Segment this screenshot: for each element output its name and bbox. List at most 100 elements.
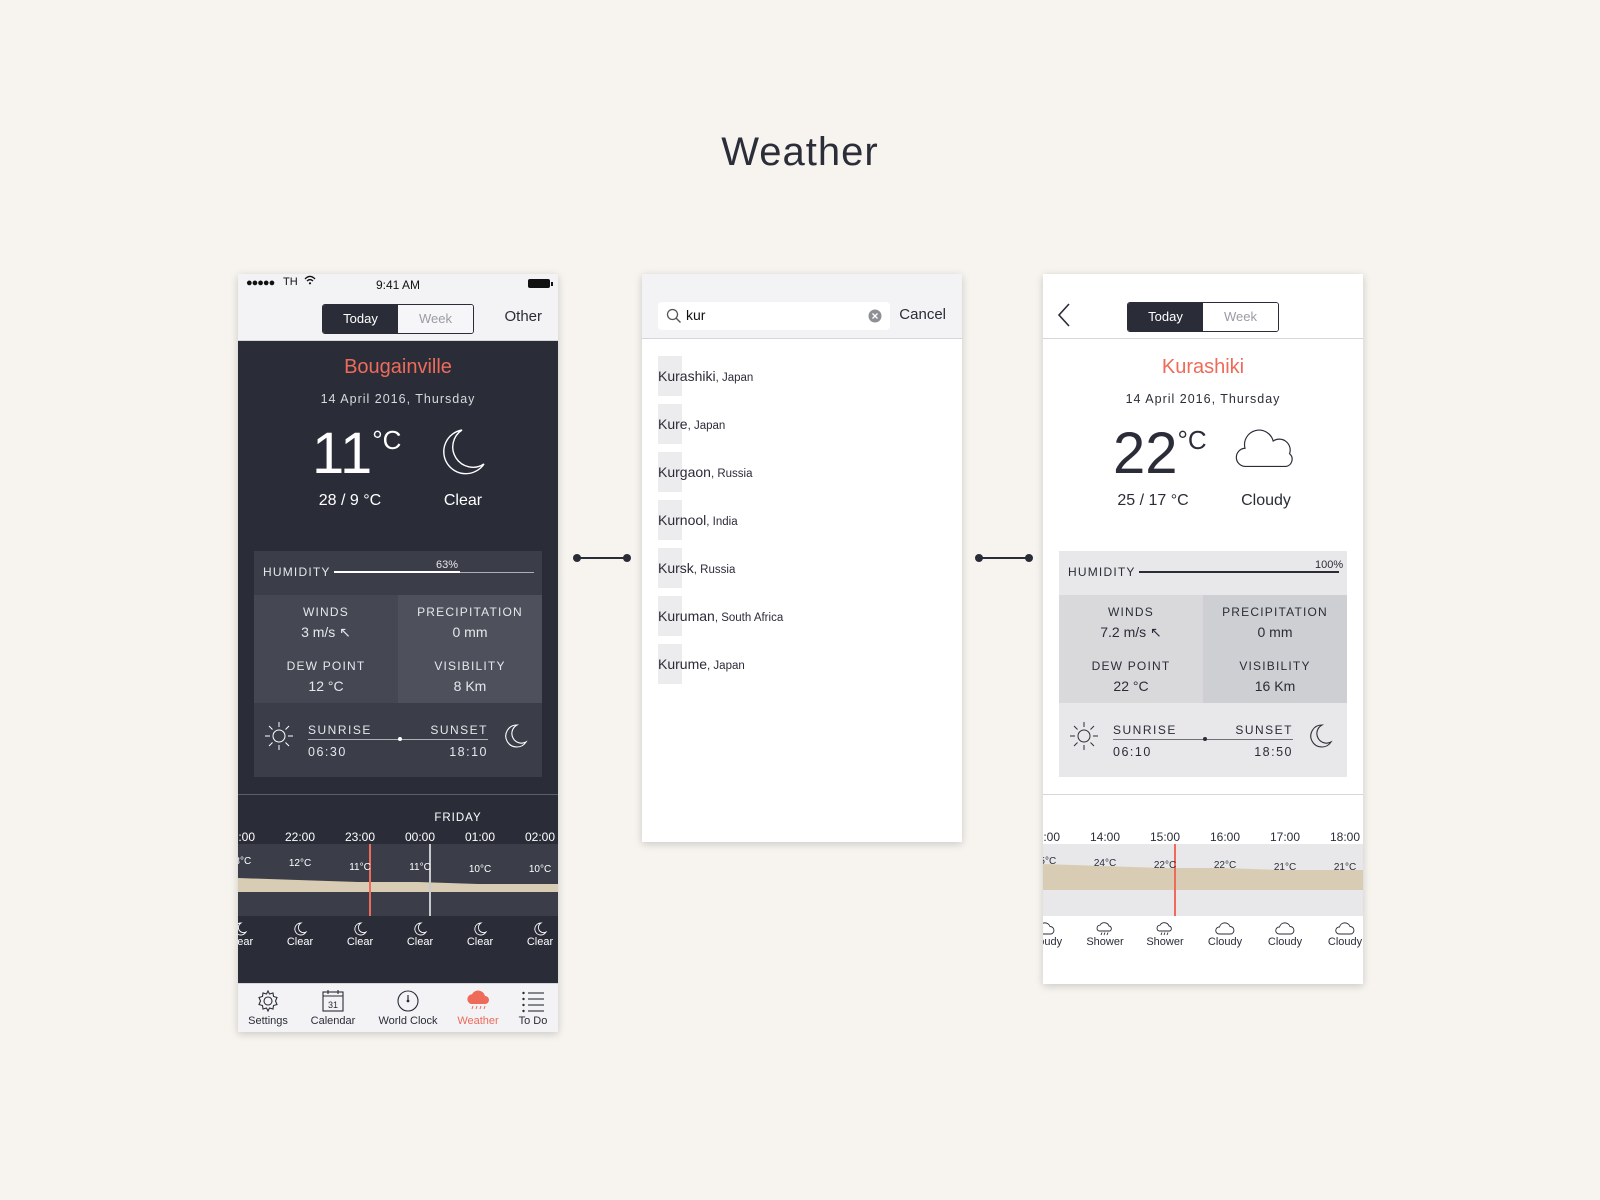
- moon-icon: [354, 922, 368, 936]
- city-search-screen: kur Cancel Kurashiki, Japan Kure, Japan Ku…: [642, 274, 962, 842]
- winds-label: WINDS: [303, 605, 349, 619]
- sunset-value: 18:50: [1254, 745, 1293, 759]
- temperature-range: 25 / 17 °C: [1117, 492, 1189, 509]
- tabbar-weather[interactable]: Weather: [448, 984, 508, 1032]
- search-input[interactable]: kur: [686, 307, 705, 323]
- weather-today-screen-light: Today Week Kurashiki 14 April 2016, Thur…: [1043, 274, 1363, 984]
- cancel-button[interactable]: Cancel: [899, 306, 946, 323]
- dew-point-cell: DEW POINT 12 °C: [254, 649, 398, 703]
- status-time: 9:41 AM: [375, 278, 421, 292]
- temperature-range: 28 / 9 °C: [318, 492, 382, 509]
- moon-icon: [238, 922, 248, 936]
- result-city: Kurume: [658, 656, 708, 672]
- current-hour-marker: [369, 844, 371, 916]
- search-result-item[interactable]: Kurnool, India: [658, 500, 948, 540]
- hour-condition-label: Cloudy: [1207, 936, 1243, 948]
- battery-icon: [528, 279, 553, 288]
- search-result-item[interactable]: Kurgaon, Russia: [658, 452, 948, 492]
- hour-condition: Cloudy: [1315, 922, 1363, 948]
- hour-condition-label: Clear: [346, 936, 374, 948]
- visibility-label: VISIBILITY: [434, 659, 506, 673]
- sunset-label: SUNSET: [430, 723, 488, 737]
- cloud-icon: [1235, 429, 1293, 468]
- tabbar-world-clock[interactable]: World Clock: [368, 984, 448, 1032]
- precipitation-value: 0 mm: [452, 624, 488, 640]
- hour-condition: Clear: [450, 922, 510, 948]
- tabbar-settings[interactable]: Settings: [238, 984, 298, 1032]
- humidity-value: 100%: [1315, 559, 1344, 571]
- result-country: , Japan: [707, 660, 745, 672]
- winds-cell: WINDS 3 m/s ↖: [254, 595, 398, 649]
- tabbar-calendar[interactable]: 31 Calendar: [298, 984, 368, 1032]
- result-country: , Japan: [687, 420, 726, 432]
- cloud-icon: [1043, 922, 1055, 935]
- moon-icon: [294, 922, 308, 936]
- hour-label: 14:00: [1089, 830, 1121, 844]
- moon-icon: [505, 724, 528, 748]
- dew-point-label: DEW POINT: [1091, 659, 1171, 673]
- tab-week[interactable]: Week: [1203, 303, 1278, 331]
- search-result-item[interactable]: Kurume, Japan: [658, 644, 948, 684]
- hour-label: 23:00: [344, 830, 376, 844]
- humidity-bar: [1139, 571, 1339, 573]
- precipitation-label: PRECIPITATION: [417, 605, 523, 619]
- search-result-label: Kursk, Russia: [658, 560, 735, 576]
- hourly-forecast[interactable]: FRIDAY 21:00 22:00 23:00 00:00 01:00 02:00 13…: [238, 794, 558, 964]
- hour-condition: Clear: [270, 922, 330, 948]
- moon-icon: [414, 922, 428, 936]
- hour-temperature: 21°C: [1333, 862, 1357, 873]
- tabbar-weather-label: Weather: [457, 1015, 499, 1027]
- current-temperature: 11°C: [312, 421, 402, 486]
- today-week-segmented-control: Today Week: [1127, 302, 1279, 332]
- hour-temperature: 10°C: [468, 864, 492, 875]
- search-result-item[interactable]: Kursk, Russia: [658, 548, 948, 588]
- hour-condition: Shower: [1135, 922, 1195, 948]
- tab-week[interactable]: Week: [398, 305, 473, 333]
- sunrise-value: 06:10: [1113, 745, 1152, 759]
- moon-icon: [534, 922, 548, 936]
- search-result-item[interactable]: Kure, Japan: [658, 404, 948, 444]
- today-week-segmented-control: Today Week: [322, 304, 474, 334]
- tabbar-todo[interactable]: To Do: [508, 984, 558, 1032]
- temperature-area: [238, 878, 558, 892]
- hour-condition-label: Clear: [466, 936, 494, 948]
- search-result-item[interactable]: Kurashiki, Japan: [658, 356, 948, 396]
- tab-today[interactable]: Today: [1128, 303, 1203, 331]
- city-name: Kurashiki: [1161, 356, 1245, 378]
- condition-label: Cloudy: [1241, 492, 1291, 509]
- hour-condition: Clear: [238, 922, 270, 948]
- day-boundary-marker: [429, 844, 431, 916]
- hour-temperature: 11°C: [409, 862, 431, 873]
- search-field[interactable]: kur: [658, 302, 890, 330]
- result-country: , Russia: [710, 468, 753, 480]
- hour-condition-label: Cloudy: [1327, 936, 1363, 948]
- hour-condition-label: Shower: [1146, 936, 1184, 948]
- dew-point-cell: DEW POINT 22 °C: [1059, 649, 1203, 703]
- tab-today[interactable]: Today: [323, 305, 398, 333]
- winds-label: WINDS: [1108, 605, 1154, 619]
- search-result-item[interactable]: Kuruman, South Africa: [658, 596, 948, 636]
- hourly-forecast[interactable]: 13:00 14:00 15:00 16:00 17:00 18:00 25°C 24°C 2…: [1043, 794, 1363, 964]
- date-label: 14 April 2016, Thursday: [1125, 392, 1281, 406]
- result-country: , Russia: [693, 564, 736, 576]
- temperature-band: [238, 844, 558, 916]
- temperature-unit: °C: [372, 425, 402, 455]
- hour-condition-label: Clear: [286, 936, 314, 948]
- clear-search-icon[interactable]: [868, 309, 882, 323]
- details-panel: HUMIDITY 100% WINDS 7.2 m/s ↖ PRECIPITAT…: [1059, 551, 1347, 777]
- hour-label: 15:00: [1149, 830, 1181, 844]
- hour-condition: Clear: [330, 922, 390, 948]
- result-city: Kursk: [658, 560, 694, 576]
- dew-point-value: 12 °C: [308, 678, 344, 694]
- tabbar-calendar-label: Calendar: [310, 1015, 356, 1027]
- status-bar: ●●●●● TH 9:41 AM: [238, 274, 558, 296]
- cloud-rain-icon: [467, 990, 489, 1010]
- result-city: Kure: [658, 416, 688, 432]
- other-button[interactable]: Other: [504, 308, 542, 325]
- hour-label: 00:00: [404, 830, 436, 844]
- chevron-left-icon[interactable]: [1057, 302, 1071, 333]
- sunset-label: SUNSET: [1235, 723, 1293, 737]
- visibility-cell: VISIBILITY 8 Km: [398, 649, 542, 703]
- search-bar: kur Cancel: [642, 274, 962, 339]
- moon-icon: [474, 922, 488, 936]
